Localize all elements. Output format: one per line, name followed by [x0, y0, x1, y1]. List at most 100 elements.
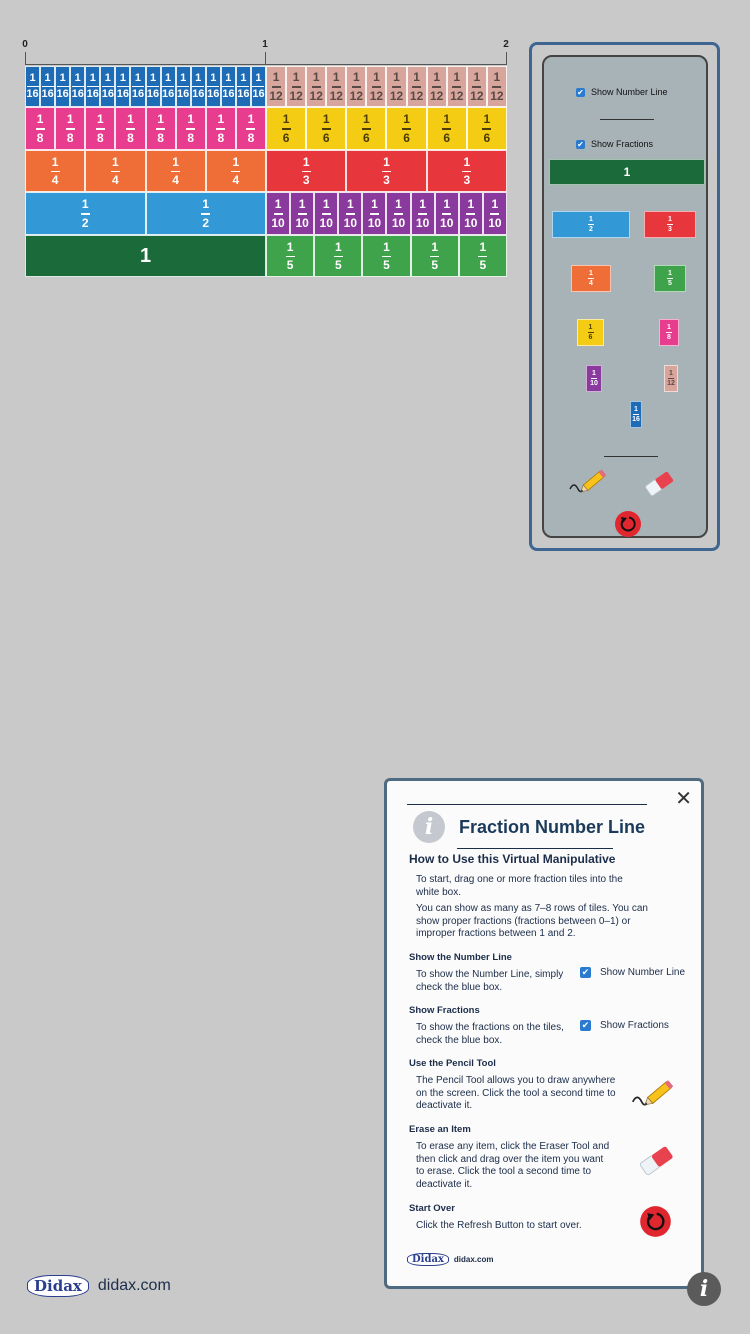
fraction-tile-1-6[interactable]: 16 — [386, 107, 427, 150]
fraction-tile-1-4[interactable]: 14 — [25, 150, 86, 192]
fraction-tile-1-12[interactable]: 1 12 — [446, 66, 467, 107]
fraction-tile-1-12[interactable]: 1 12 — [286, 66, 307, 107]
fraction-tile-1-10[interactable]: 1 10 — [314, 192, 339, 235]
fraction-tile-1-10[interactable]: 1 10 — [410, 192, 435, 235]
info-icon[interactable]: i — [687, 1272, 721, 1306]
fraction-tile-1-16[interactable]: 1 16 — [220, 66, 236, 107]
fraction-tile-1-8[interactable]: 18 — [145, 107, 176, 150]
fraction-tile-1-2[interactable]: 12 — [145, 192, 266, 235]
fraction-tile-1-16[interactable]: 1 16 — [145, 66, 161, 107]
denominator: 10 — [295, 215, 309, 230]
fraction-bar — [171, 170, 181, 173]
fraction-tile-1-16[interactable]: 1 16 — [235, 66, 251, 107]
fraction-tile-1-16[interactable]: 1 16 — [100, 66, 116, 107]
palette-tile-1-4[interactable]: 14 — [571, 265, 611, 292]
fraction-tile-1-2[interactable]: 12 — [25, 192, 146, 235]
fraction-tile-1-3[interactable]: 13 — [266, 150, 347, 192]
fraction-tile-1-4[interactable]: 14 — [145, 150, 206, 192]
palette-tile-1-2[interactable]: 12 — [552, 211, 630, 238]
fraction-tile-1-4[interactable]: 14 — [205, 150, 266, 192]
fraction-tile-1-16[interactable]: 1 16 — [250, 66, 266, 107]
eraser-icon[interactable] — [642, 469, 676, 499]
fraction-tile-1-16[interactable]: 1 16 — [205, 66, 221, 107]
fraction-tile-1-10[interactable]: 1 10 — [338, 192, 363, 235]
numerator: 1 — [322, 112, 330, 127]
fraction-tile-1-8[interactable]: 18 — [175, 107, 206, 150]
fraction-tile-1-16[interactable]: 1 16 — [55, 66, 71, 107]
pencil-icon[interactable] — [568, 465, 610, 499]
fraction-tile-1-5[interactable]: 15 — [266, 235, 315, 277]
fraction-tile-1-8[interactable]: 18 — [55, 107, 86, 150]
fraction-tile-1-5[interactable]: 15 — [458, 235, 507, 277]
fraction-tile-1-10[interactable]: 1 10 — [434, 192, 459, 235]
show-fractions-toggle[interactable]: ✔ Show Fractions — [576, 139, 653, 149]
fraction-tile-1-12[interactable]: 1 12 — [306, 66, 327, 107]
numerator: 1 — [353, 70, 360, 85]
fraction-tile-1-8[interactable]: 18 — [85, 107, 116, 150]
fraction-bar — [101, 85, 114, 88]
fraction-tile-1-8[interactable]: 18 — [115, 107, 146, 150]
fraction-tile-1-3[interactable]: 13 — [346, 150, 427, 192]
fraction-tile-1-16[interactable]: 1 16 — [25, 66, 41, 107]
fraction-tile-1-6[interactable]: 16 — [466, 107, 507, 150]
denominator: 16 — [71, 88, 84, 101]
checkbox-checked-icon[interactable]: ✔ — [576, 87, 585, 97]
close-icon[interactable]: ✕ — [675, 789, 692, 809]
fraction-tile-1-10[interactable]: 1 10 — [362, 192, 387, 235]
fraction-tile-whole[interactable]: 1 — [25, 235, 266, 277]
fraction-tile-1-10[interactable]: 1 10 — [266, 192, 291, 235]
fraction-tile-1-12[interactable]: 1 12 — [406, 66, 427, 107]
fraction-tile-1-8[interactable]: 18 — [25, 107, 56, 150]
fraction-tile-1-16[interactable]: 1 16 — [130, 66, 146, 107]
fraction-tile-1-10[interactable]: 1 10 — [458, 192, 483, 235]
palette-tile-1[interactable]: 1 — [549, 159, 705, 185]
fraction-tile-1-16[interactable]: 1 16 — [115, 66, 131, 107]
fraction-tile-1-16[interactable]: 1 16 — [175, 66, 191, 107]
fraction-tile-1-3[interactable]: 13 — [426, 150, 507, 192]
palette-tile-1-16[interactable]: 1 16 — [630, 401, 642, 428]
brand-footer[interactable]: Didax didax.com — [27, 1275, 171, 1297]
palette-tile-1-3[interactable]: 13 — [644, 211, 696, 238]
show-number-line-toggle[interactable]: ✔ Show Number Line — [576, 87, 668, 97]
fraction-tile-1-12[interactable]: 1 12 — [326, 66, 347, 107]
fraction-tile-1-5[interactable]: 15 — [362, 235, 411, 277]
fraction-tile-1-4[interactable]: 14 — [85, 150, 146, 192]
fraction-tile-1-5[interactable]: 15 — [410, 235, 459, 277]
fraction-tile-1-5[interactable]: 15 — [314, 235, 363, 277]
fraction-tile-1-10[interactable]: 1 10 — [482, 192, 507, 235]
fraction-tile-1-6[interactable]: 16 — [426, 107, 467, 150]
palette-tile-1-12[interactable]: 1 12 — [664, 365, 678, 392]
fraction-tile-1-16[interactable]: 1 16 — [40, 66, 56, 107]
fraction-tile-1-16[interactable]: 1 16 — [85, 66, 101, 107]
fraction-tile-1-8[interactable]: 18 — [205, 107, 236, 150]
palette-tile-1-5[interactable]: 15 — [654, 265, 686, 292]
denominator: 3 — [668, 226, 672, 233]
fraction-tile-1-16[interactable]: 1 16 — [70, 66, 86, 107]
fraction-tile-1-6[interactable]: 16 — [266, 107, 307, 150]
tick-mark-2 — [506, 52, 507, 65]
fraction-tile-1-12[interactable]: 1 12 — [466, 66, 487, 107]
palette-tile-1-8[interactable]: 18 — [659, 319, 679, 346]
fraction-tile-1-12[interactable]: 1 12 — [386, 66, 407, 107]
fraction-tile-1-16[interactable]: 1 16 — [190, 66, 206, 107]
palette-tile-1-6[interactable]: 16 — [577, 319, 604, 346]
numerator: 1 — [592, 370, 596, 377]
checkbox-checked-icon[interactable]: ✔ — [576, 139, 585, 149]
fraction-tile-1-12[interactable]: 1 12 — [346, 66, 367, 107]
fraction-tile-1-10[interactable]: 1 10 — [290, 192, 315, 235]
text-line: Click the Refresh Button to start over. — [416, 1220, 582, 1231]
fraction-tile-1-10[interactable]: 1 10 — [386, 192, 411, 235]
fraction-tile-1-8[interactable]: 18 — [235, 107, 266, 150]
fraction-tile-1-6[interactable]: 16 — [306, 107, 347, 150]
divider — [407, 804, 647, 805]
fraction-tile-1-12[interactable]: 1 12 — [426, 66, 447, 107]
fraction-tile-1-12[interactable]: 1 12 — [266, 66, 287, 107]
denominator: 10 — [343, 215, 357, 230]
fraction-tile-1-16[interactable]: 1 16 — [160, 66, 176, 107]
palette-tile-1-10[interactable]: 1 10 — [586, 365, 602, 392]
fraction-tile-1-6[interactable]: 16 — [346, 107, 387, 150]
fraction-tile-1-12[interactable]: 1 12 — [486, 66, 507, 107]
refresh-icon[interactable] — [614, 510, 642, 538]
tile-palette-frame: ✔ Show Number Line ✔ Show Fractions 1 12… — [529, 42, 720, 551]
fraction-tile-1-12[interactable]: 1 12 — [366, 66, 387, 107]
